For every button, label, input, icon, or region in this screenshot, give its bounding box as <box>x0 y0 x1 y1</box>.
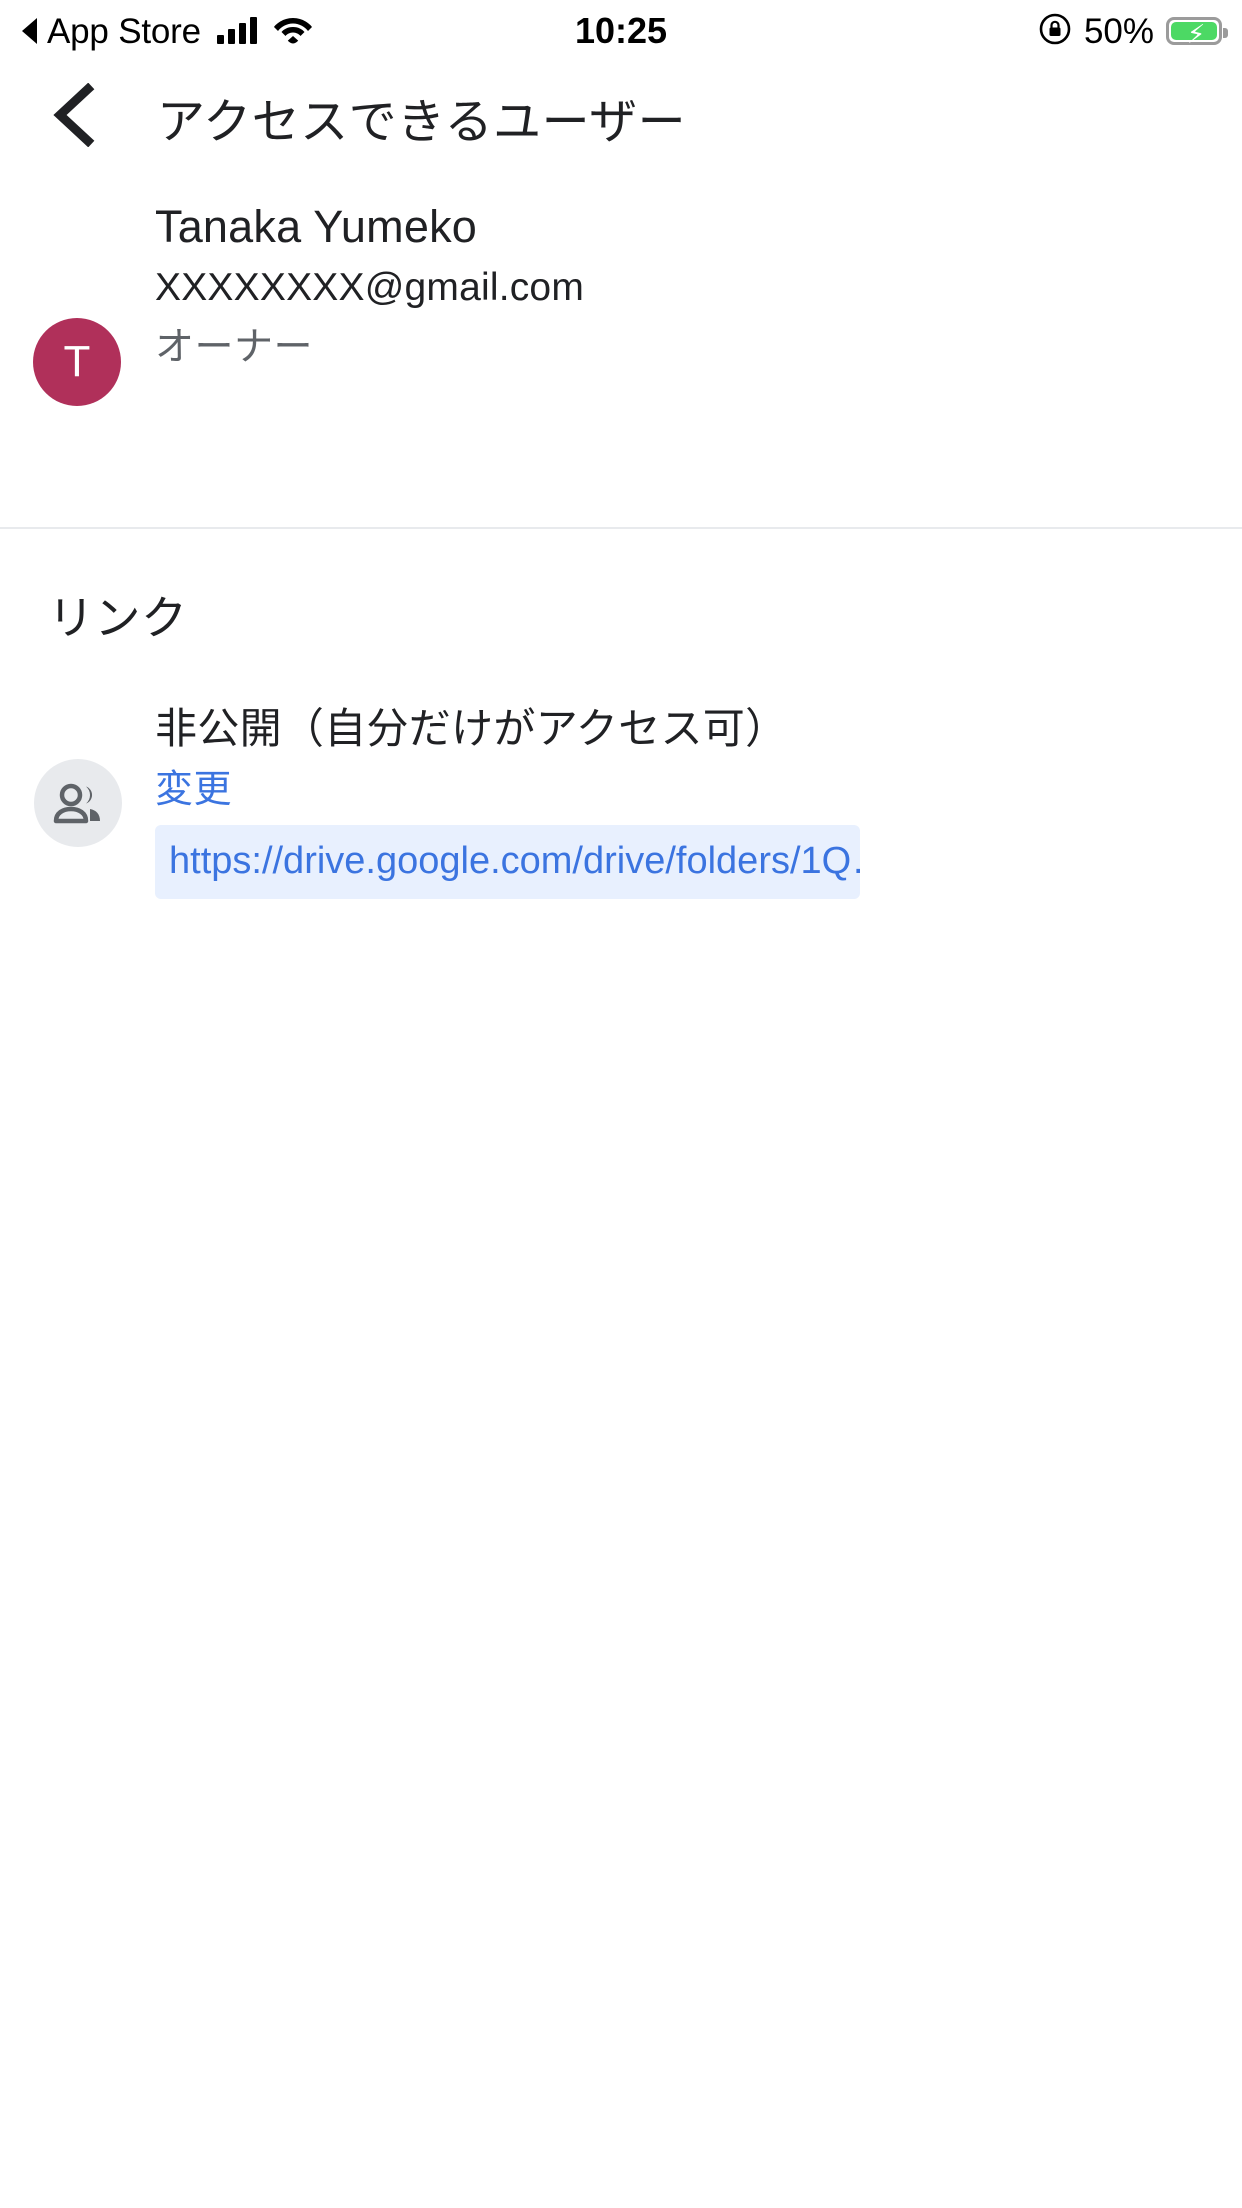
person-name: Tanaka Yumeko <box>155 201 477 252</box>
people-group-icon <box>34 759 122 847</box>
link-info: 非公開（自分だけがアクセス可） 変更 https://drive.google.… <box>155 697 1215 904</box>
battery-charging-icon: ⚡ <box>1166 17 1228 49</box>
person-email: XXXXXXXX@gmail.com <box>155 266 585 309</box>
page-title: アクセスできるユーザー <box>157 96 687 149</box>
change-link-access-button[interactable]: 変更 <box>155 761 232 819</box>
share-url-chip[interactable]: https://drive.google.com/drive/folders/1… <box>155 825 860 899</box>
section-divider <box>0 527 1242 529</box>
battery-percent-label: 50% <box>1083 11 1154 51</box>
status-bar-right: 50% ⚡ <box>1038 11 1228 51</box>
list-item[interactable]: T Tanaka Yumeko XXXXXXXX@gmail.com オーナー <box>0 172 1242 527</box>
app-screen: App Store 10:25 50% ⚡ アクセスできるユーザー T Tana… <box>0 0 1242 2208</box>
avatar: T <box>33 318 121 406</box>
person-info: Tanaka Yumeko XXXXXXXX@gmail.com オーナー <box>155 196 1155 378</box>
status-bar: App Store 10:25 50% ⚡ <box>0 0 1242 62</box>
link-section-header: リンク <box>48 592 188 644</box>
back-button[interactable] <box>26 62 122 172</box>
navigation-bar: アクセスできるユーザー <box>0 62 1242 172</box>
person-role: オーナー <box>155 326 314 369</box>
link-sharing-row[interactable]: 非公開（自分だけがアクセス可） 変更 https://drive.google.… <box>0 697 1242 907</box>
rotation-lock-icon <box>1038 12 1072 51</box>
chevron-left-icon <box>48 82 100 152</box>
charging-bolt-icon: ⚡ <box>1187 19 1206 49</box>
link-access-label: 非公開（自分だけがアクセス可） <box>155 705 788 752</box>
people-with-access-section: T Tanaka Yumeko XXXXXXXX@gmail.com オーナー <box>0 172 1242 527</box>
